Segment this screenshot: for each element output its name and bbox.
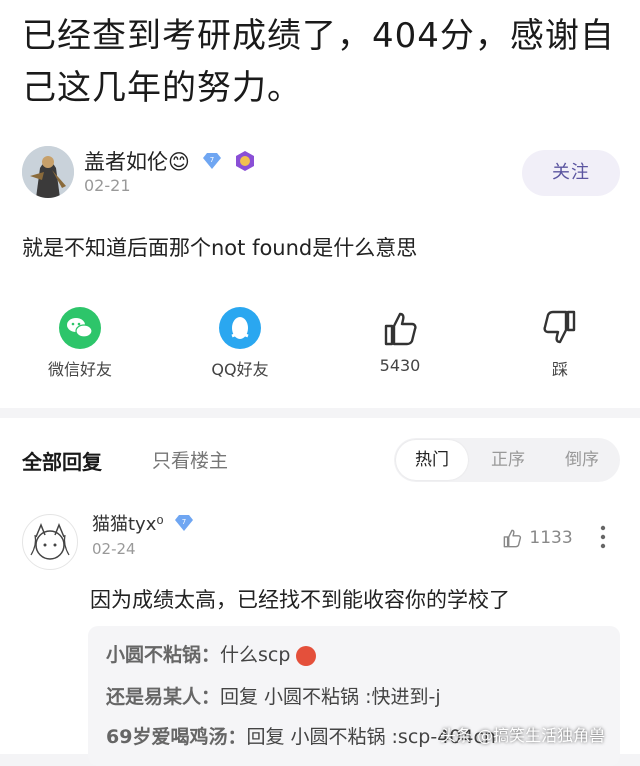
dislike-button[interactable]: 踩 xyxy=(490,306,630,380)
diamond-badge-icon: 7 xyxy=(173,513,195,538)
sort-desc[interactable]: 倒序 xyxy=(546,438,618,482)
reply-author-text: 猫猫tyx⁰ xyxy=(92,514,164,535)
reply-author[interactable]: 猫猫tyx⁰ 7 xyxy=(92,510,195,538)
qq-label: QQ好友 xyxy=(211,360,269,379)
reply-date: 02-24 xyxy=(92,540,136,558)
watermark: 头条 @搞笑生活独角兽 xyxy=(440,726,606,745)
reply-tabs: 全部回复 只看楼主 热门 正序 倒序 xyxy=(22,438,622,482)
post-card: 已经查到考研成绩了，404分，感谢自己这几年的努力。 盖者如伦😊 7 02-21… xyxy=(0,0,640,408)
svg-text:7: 7 xyxy=(182,518,186,526)
share-wechat-button[interactable]: 微信好友 xyxy=(10,306,150,380)
sort-hot[interactable]: 热门 xyxy=(396,440,468,480)
post-title: 已经查到考研成绩了，404分，感谢自己这几年的努力。 xyxy=(22,16,615,108)
sort-toggle: 热门 正序 倒序 xyxy=(394,438,620,482)
qq-icon xyxy=(219,307,261,349)
reply-like-button[interactable]: 1133 xyxy=(500,526,573,550)
author-name-text: 盖者如伦😊 xyxy=(84,150,190,174)
sub-reply[interactable]: 69岁爱喝鸡汤：回复 小圆不粘锅 :scp-404cn xyxy=(106,722,496,749)
reply-like-count: 1133 xyxy=(529,528,573,548)
sort-asc[interactable]: 正序 xyxy=(472,438,544,482)
dislike-label: 踩 xyxy=(551,360,568,379)
sub-reply[interactable]: 小圆不粘锅：什么scp xyxy=(106,640,317,667)
diamond-badge-icon: 7 xyxy=(201,151,223,176)
thumbs-up-icon xyxy=(503,529,522,548)
reply-text: 因为成绩太高，已经找不到能收容你的学校了 xyxy=(90,588,510,612)
wechat-label: 微信好友 xyxy=(47,360,112,379)
wechat-icon xyxy=(59,307,101,349)
like-count: 5430 xyxy=(379,356,421,375)
post-body: 就是不知道后面那个not found是什么意思 xyxy=(22,236,418,260)
level-badge-icon xyxy=(233,149,257,178)
post-date: 02-21 xyxy=(84,176,131,195)
sub-reply-author: 小圆不粘锅： xyxy=(106,644,221,666)
angry-emoji-icon xyxy=(296,645,317,666)
author-name[interactable]: 盖者如伦😊 7 xyxy=(84,146,257,178)
tab-all-replies[interactable]: 全部回复 xyxy=(22,446,102,475)
tab-op-only[interactable]: 只看楼主 xyxy=(152,446,228,473)
sub-reply-text: 回复 小圆不粘锅 :快进到-j xyxy=(220,686,441,708)
thumbs-down-icon xyxy=(543,310,576,344)
follow-button[interactable]: 关注 xyxy=(522,150,620,196)
reply-avatar[interactable] xyxy=(22,514,78,570)
sub-reply-author: 69岁爱喝鸡汤： xyxy=(106,726,247,748)
like-button[interactable]: 5430 xyxy=(330,306,470,375)
author-avatar[interactable] xyxy=(22,146,74,198)
sub-reply[interactable]: 还是易某人：回复 小圆不粘锅 :快进到-j xyxy=(106,682,441,709)
svg-text:7: 7 xyxy=(209,156,213,164)
sub-reply-author: 还是易某人： xyxy=(106,686,221,708)
share-qq-button[interactable]: QQ好友 xyxy=(170,306,310,380)
thumbs-up-icon xyxy=(384,312,417,346)
more-options-icon[interactable] xyxy=(598,524,608,550)
share-actions: 微信好友 QQ好友 5430 踩 xyxy=(0,306,640,386)
sub-reply-text: 什么scp xyxy=(220,644,291,666)
